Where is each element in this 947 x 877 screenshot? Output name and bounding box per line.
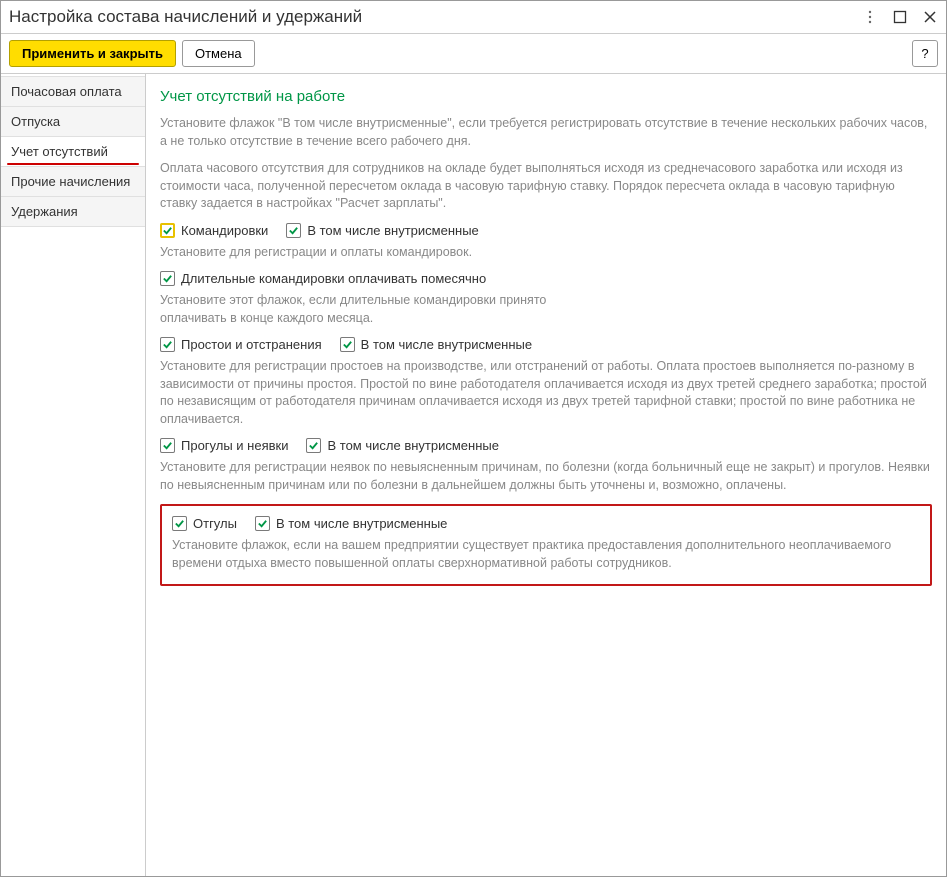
sidebar-item-hourly[interactable]: Почасовая оплата	[1, 76, 145, 107]
highlight-otguly: Отгулы В том числе внутрисменные Установ…	[160, 504, 932, 586]
checkbox-time-off[interactable]: Отгулы	[172, 516, 237, 531]
checkmark-icon	[340, 337, 355, 352]
checkbox-label: В том числе внутрисменные	[276, 516, 447, 531]
help-button[interactable]: ?	[912, 40, 938, 67]
checkbox-idle-time[interactable]: Простои и отстранения	[160, 337, 322, 352]
row-time-off: Отгулы В том числе внутрисменные	[172, 516, 920, 531]
close-icon[interactable]	[922, 9, 938, 25]
body: Почасовая оплата Отпуска Учет отсутствий…	[1, 74, 946, 876]
intro-text-1: Установите флажок "В том числе внутрисме…	[160, 115, 932, 150]
checkbox-absenteeism-intrashift[interactable]: В том числе внутрисменные	[306, 438, 498, 453]
row-business-trips: Командировки В том числе внутрисменные	[160, 223, 932, 238]
checkbox-label: Простои и отстранения	[181, 337, 322, 352]
desc-idle-time: Установите для регистрации простоев на п…	[160, 358, 932, 428]
checkmark-icon	[172, 516, 187, 531]
sidebar-item-vacations[interactable]: Отпуска	[1, 107, 145, 137]
row-long-trips: Длительные командировки оплачивать помес…	[160, 271, 932, 286]
desc-business-trips: Установите для регистрации и оплаты кома…	[160, 244, 932, 262]
checkbox-idle-time-intrashift[interactable]: В том числе внутрисменные	[340, 337, 532, 352]
checkmark-icon	[160, 337, 175, 352]
window-controls	[862, 9, 938, 25]
checkbox-business-trips-intrashift[interactable]: В том числе внутрисменные	[286, 223, 478, 238]
row-idle-time: Простои и отстранения В том числе внутри…	[160, 337, 932, 352]
checkbox-time-off-intrashift[interactable]: В том числе внутрисменные	[255, 516, 447, 531]
checkbox-business-trips[interactable]: Командировки	[160, 223, 268, 238]
intro-text-2: Оплата часового отсутствия для сотрудник…	[160, 160, 932, 213]
checkmark-icon	[306, 438, 321, 453]
checkmark-icon	[160, 223, 175, 238]
section-title: Учет отсутствий на работе	[160, 88, 932, 105]
settings-window: Настройка состава начислений и удержаний…	[0, 0, 947, 877]
desc-long-trips: Установите этот флажок, если длительные …	[160, 292, 580, 327]
sidebar-item-absences[interactable]: Учет отсутствий	[1, 137, 145, 167]
row-absenteeism: Прогулы и неявки В том числе внутрисменн…	[160, 438, 932, 453]
checkbox-label: Отгулы	[193, 516, 237, 531]
checkmark-icon	[160, 271, 175, 286]
sidebar-item-other-accruals[interactable]: Прочие начисления	[1, 167, 145, 197]
checkmark-icon	[255, 516, 270, 531]
sidebar-item-deductions[interactable]: Удержания	[1, 197, 145, 227]
checkbox-label: Прогулы и неявки	[181, 438, 288, 453]
checkbox-long-trips-monthly[interactable]: Длительные командировки оплачивать помес…	[160, 271, 486, 286]
cancel-button[interactable]: Отмена	[182, 40, 255, 67]
maximize-icon[interactable]	[892, 9, 908, 25]
titlebar: Настройка состава начислений и удержаний	[1, 1, 946, 34]
content-panel: Учет отсутствий на работе Установите фла…	[146, 74, 946, 876]
window-title: Настройка состава начислений и удержаний	[9, 7, 862, 27]
kebab-menu-icon[interactable]	[862, 9, 878, 25]
checkbox-label: Командировки	[181, 223, 268, 238]
checkbox-label: Длительные командировки оплачивать помес…	[181, 271, 486, 286]
checkmark-icon	[160, 438, 175, 453]
checkbox-absenteeism[interactable]: Прогулы и неявки	[160, 438, 288, 453]
desc-time-off: Установите флажок, если на вашем предпри…	[172, 537, 920, 572]
checkmark-icon	[286, 223, 301, 238]
checkbox-label: В том числе внутрисменные	[307, 223, 478, 238]
checkbox-label: В том числе внутрисменные	[361, 337, 532, 352]
desc-absenteeism: Установите для регистрации неявок по нев…	[160, 459, 932, 494]
checkbox-label: В том числе внутрисменные	[327, 438, 498, 453]
toolbar: Применить и закрыть Отмена ?	[1, 34, 946, 74]
apply-close-button[interactable]: Применить и закрыть	[9, 40, 176, 67]
sidebar: Почасовая оплата Отпуска Учет отсутствий…	[1, 74, 146, 876]
